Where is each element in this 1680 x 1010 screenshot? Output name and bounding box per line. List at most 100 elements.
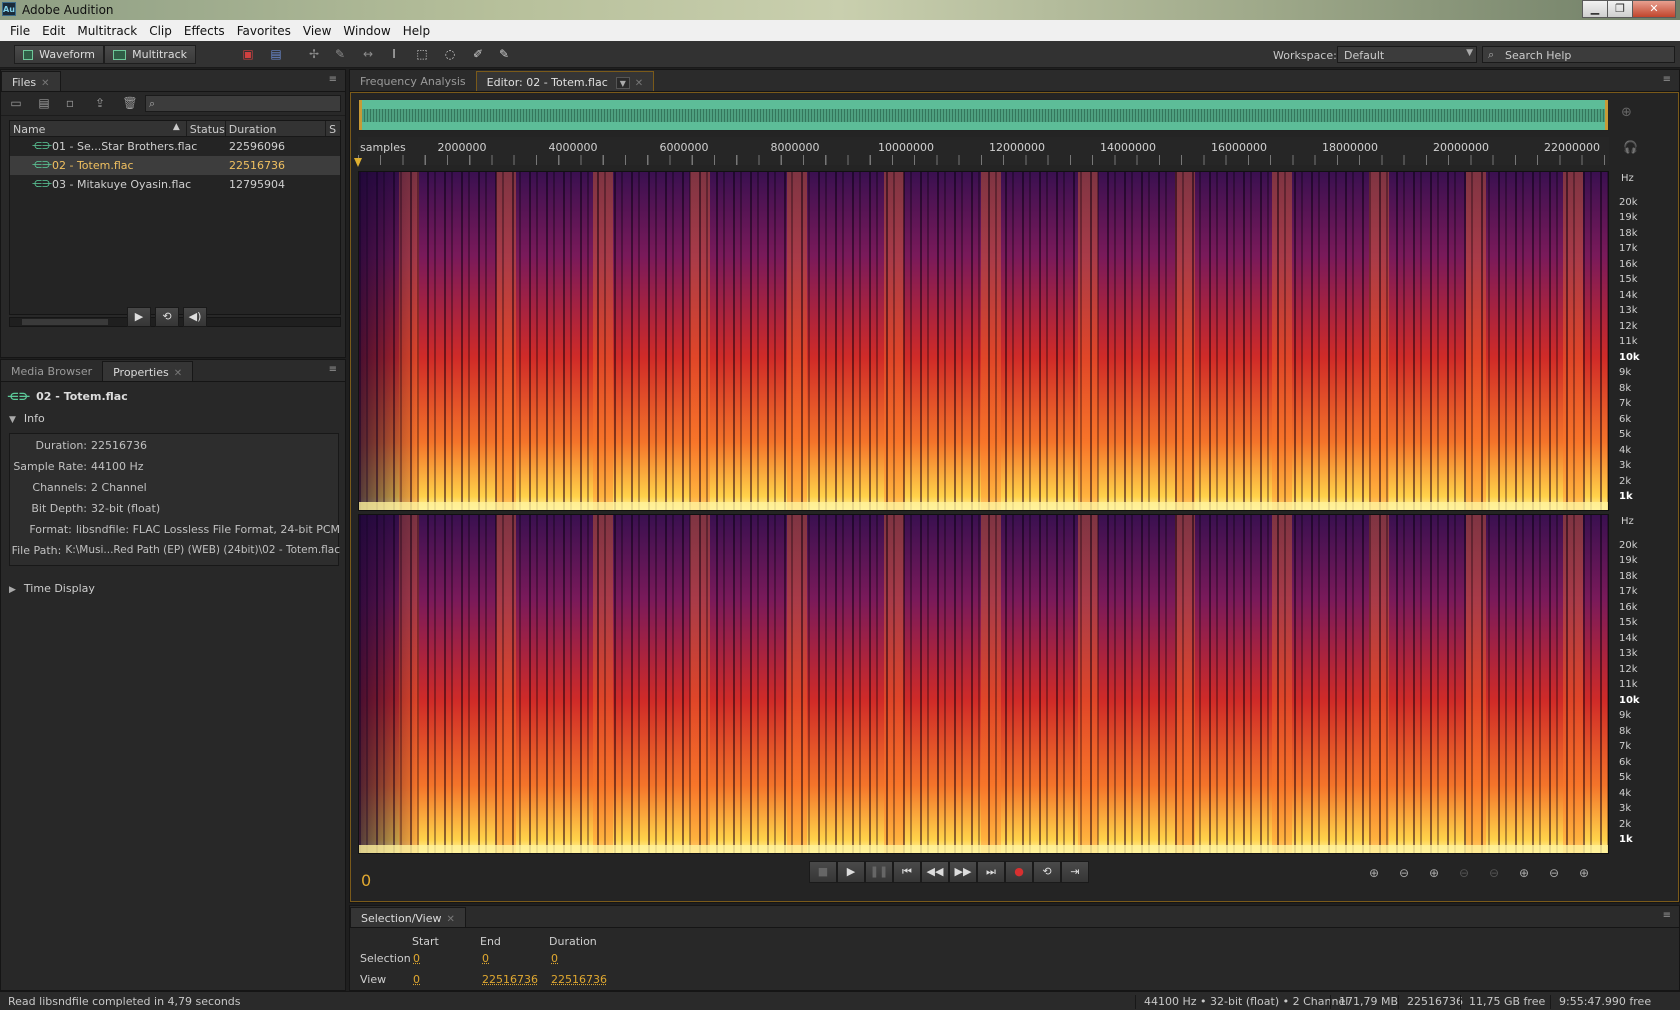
menu-favorites[interactable]: Favorites — [231, 24, 297, 38]
stop-button[interactable]: ■ — [809, 861, 837, 883]
tab-frequency-analysis[interactable]: Frequency Analysis — [350, 71, 476, 91]
razor-tool-icon[interactable]: ✎ — [332, 47, 348, 62]
time-selection-tool-icon[interactable]: I — [386, 47, 402, 62]
pause-button[interactable]: ❚❚ — [865, 861, 893, 883]
main-toolbar: Waveform Multitrack ▣ ▤ ✢ ✎ ↔ I ⬚ ◌ ✐ ✎ … — [0, 41, 1680, 68]
view-range-right-handle[interactable] — [1605, 100, 1608, 130]
spectrogram-channel-left[interactable] — [358, 171, 1609, 511]
header-duration: Duration — [549, 935, 597, 948]
loop-preview-button[interactable]: ⟲ — [155, 307, 179, 327]
file-name: 01 - Se...Star Brothers.flac — [52, 140, 198, 153]
overview-waveform[interactable] — [358, 99, 1609, 131]
insert-file-icon[interactable]: ⇪ — [91, 96, 109, 112]
menu-clip[interactable]: Clip — [143, 24, 178, 38]
menu-view[interactable]: View — [297, 24, 337, 38]
close-button[interactable]: ✕ — [1632, 0, 1676, 18]
time-display-section-toggle[interactable]: ▶ Time Display — [9, 582, 95, 595]
info-value: 2 Channel — [91, 481, 147, 494]
marquee-tool-icon[interactable]: ⬚ — [414, 47, 430, 62]
search-help-input[interactable]: ⌕ Search Help — [1482, 46, 1675, 63]
menu-window[interactable]: Window — [337, 24, 396, 38]
selection-end-value[interactable]: 0 — [482, 952, 489, 965]
fast-forward-button[interactable]: ▶▶ — [949, 861, 977, 883]
zoom-out-amplitude-icon[interactable]: ⊖ — [1389, 863, 1419, 883]
restore-button[interactable]: ❐ — [1607, 0, 1633, 18]
close-icon[interactable]: ✕ — [447, 914, 455, 925]
tab-properties[interactable]: Properties ✕ — [102, 361, 194, 381]
column-header-duration[interactable]: Duration — [226, 121, 327, 136]
view-end-value[interactable]: 22516736 — [482, 973, 538, 986]
menu-multitrack[interactable]: Multitrack — [71, 24, 143, 38]
panel-menu-icon[interactable]: ≡ — [1663, 74, 1671, 85]
spot-healing-tool-icon[interactable]: ✎ — [496, 47, 512, 62]
import-file-icon[interactable]: ▤ — [35, 96, 53, 112]
scrollbar-thumb[interactable] — [22, 319, 108, 325]
multitrack-mode-button[interactable]: Multitrack — [104, 45, 196, 64]
menu-effects[interactable]: Effects — [178, 24, 231, 38]
panel-menu-icon[interactable]: ≡ — [329, 364, 337, 375]
selection-start-value[interactable]: 0 — [413, 952, 420, 965]
waveform-mode-button[interactable]: Waveform — [14, 45, 104, 64]
spectral-display-icon[interactable]: ▣ — [240, 47, 256, 62]
zoom-navigator-icon[interactable]: ⊕ — [1621, 105, 1632, 120]
slip-tool-icon[interactable]: ↔ — [360, 47, 376, 62]
header-end: End — [480, 935, 501, 948]
column-header-status[interactable]: Status — [187, 121, 226, 136]
spectral-pitch-icon[interactable]: ▤ — [268, 47, 284, 62]
close-icon[interactable]: ✕ — [41, 78, 49, 89]
view-duration-value[interactable]: 22516736 — [551, 973, 607, 986]
info-section-toggle[interactable]: ▼ Info — [9, 412, 45, 425]
close-icon[interactable]: ✕ — [174, 368, 182, 379]
brush-tool-icon[interactable]: ✐ — [470, 47, 486, 62]
tab-media-browser[interactable]: Media Browser — [1, 361, 102, 381]
ruler-tick-label: 2000000 — [437, 141, 487, 154]
column-header-name[interactable]: Name ▲ — [10, 121, 187, 136]
menu-edit[interactable]: Edit — [36, 24, 71, 38]
move-tool-icon[interactable]: ✢ — [306, 47, 322, 62]
panel-menu-icon[interactable]: ≡ — [329, 74, 337, 85]
menu-help[interactable]: Help — [397, 24, 436, 38]
skip-selection-button[interactable]: ⇥ — [1061, 861, 1089, 883]
new-file-icon[interactable]: ▫ — [61, 96, 79, 112]
triangle-down-icon: ▼ — [9, 415, 16, 425]
play-button[interactable]: ▶ — [837, 861, 865, 883]
volume-icon[interactable]: ◀) — [183, 307, 207, 327]
play-preview-button[interactable]: ▶ — [127, 307, 151, 327]
selection-duration-value[interactable]: 0 — [551, 952, 558, 965]
tab-selection-view[interactable]: Selection/View ✕ — [350, 907, 466, 927]
file-row-selected[interactable]: ⋲⋺ 02 - Totem.flac 22516736 — [10, 156, 340, 175]
file-row[interactable]: ⋲⋺ 01 - Se...Star Brothers.flac 22596096 — [10, 137, 340, 156]
view-start-value[interactable]: 0 — [413, 973, 420, 986]
zoom-in-point-icon[interactable]: ⊕ — [1509, 863, 1539, 883]
rewind-button[interactable]: ◀◀ — [921, 861, 949, 883]
view-range-left-handle[interactable] — [359, 100, 362, 130]
file-row[interactable]: ⋲⋺ 03 - Mitakuye Oyasin.flac 12795904 — [10, 175, 340, 194]
workspace-select[interactable]: Default ▼ — [1337, 46, 1477, 63]
column-header-extra[interactable]: S — [326, 121, 340, 136]
zoom-selection-icon[interactable]: ⊕ — [1569, 863, 1599, 883]
panel-menu-icon[interactable]: ≡ — [1663, 910, 1671, 921]
record-button[interactable]: ● — [1005, 861, 1033, 883]
zoom-out-full-icon[interactable]: ⊖ — [1479, 863, 1509, 883]
open-folder-icon[interactable]: ▭ — [7, 96, 25, 112]
minimize-button[interactable]: ▁ — [1582, 0, 1608, 18]
menu-file[interactable]: File — [4, 24, 36, 38]
delete-trash-icon[interactable]: 🗑 — [121, 96, 139, 112]
files-search-input[interactable]: ⌕ — [145, 95, 341, 112]
zoom-out-point-icon[interactable]: ⊖ — [1539, 863, 1569, 883]
zoom-in-amplitude-icon[interactable]: ⊕ — [1359, 863, 1389, 883]
chevron-down-icon[interactable]: ▼ — [615, 77, 630, 89]
spectrogram-channel-right[interactable] — [358, 514, 1609, 854]
tab-files[interactable]: Files ✕ — [1, 71, 61, 91]
freq-label: 2k — [1619, 476, 1632, 487]
time-ruler[interactable]: samples 2000000 4000000 6000000 8000000 … — [358, 137, 1609, 165]
zoom-out-time-icon[interactable]: ⊖ — [1449, 863, 1479, 883]
move-to-end-button[interactable]: ⏭ — [977, 861, 1005, 883]
lasso-tool-icon[interactable]: ◌ — [442, 47, 458, 62]
headphone-icon[interactable]: 🎧 — [1623, 140, 1638, 154]
move-to-start-button[interactable]: ⏮ — [893, 861, 921, 883]
loop-playback-button[interactable]: ⟲ — [1033, 861, 1061, 883]
zoom-in-time-icon[interactable]: ⊕ — [1419, 863, 1449, 883]
close-icon[interactable]: ✕ — [635, 78, 643, 89]
tab-editor[interactable]: Editor: 02 - Totem.flac ▼ ✕ — [475, 71, 655, 91]
